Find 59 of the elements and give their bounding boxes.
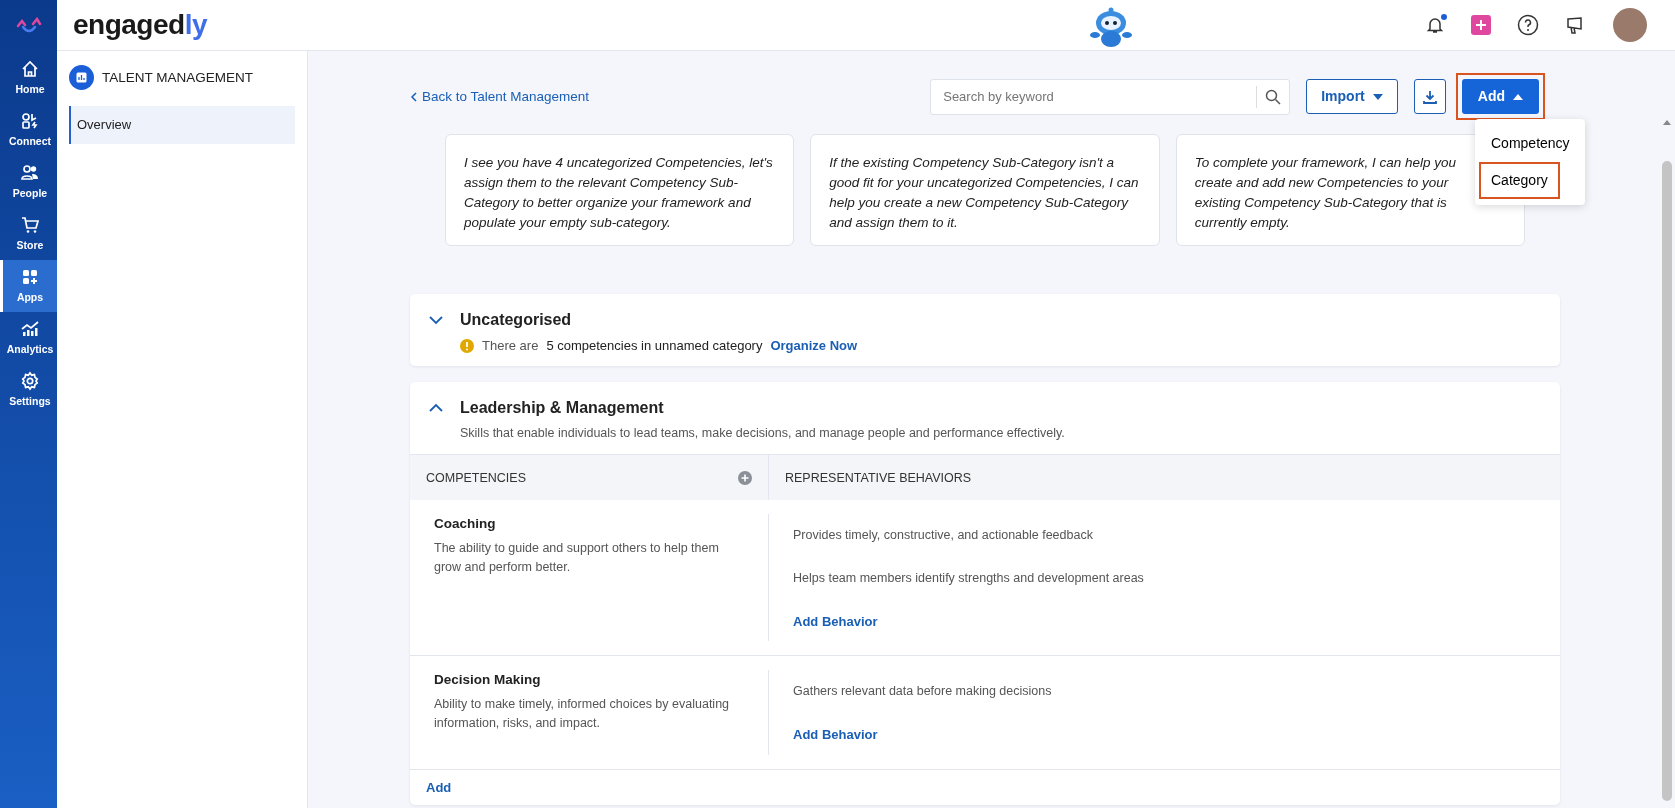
menu-item[interactable]: Category (1479, 162, 1560, 200)
rail-nav-item[interactable]: Home (0, 52, 57, 104)
add-competency-link[interactable]: Add (426, 779, 452, 795)
notice-text: There are (482, 337, 539, 356)
import-button[interactable]: Import (1306, 79, 1398, 115)
rail-nav-item[interactable]: Connect (0, 104, 57, 156)
chart-icon (69, 65, 94, 91)
organize-now-link[interactable]: Organize Now (770, 336, 858, 356)
download-icon (1421, 89, 1438, 106)
rail-nav-item[interactable]: Store (0, 208, 57, 260)
cart-icon (20, 214, 40, 235)
competency-description: Ability to make timely, informed choices by evaluating information, risks, and impact. (434, 695, 731, 732)
add-button[interactable]: Add (1461, 79, 1539, 115)
search-field[interactable]: Search by keyword (931, 86, 1257, 107)
suggestion-text: If the existing Competency Sub-Category isn't a good fit for your uncategorized Competencies, I can help you create a new Competency Sub-Category and assign them to it. (829, 154, 1140, 233)
avatar[interactable] (1613, 8, 1647, 43)
sidebar-title: TALENT MANAGEMENT (102, 68, 254, 87)
category-description: Skills that enable individuals to lead teams, make decisions, and manage people and performance effectively. (460, 424, 1065, 442)
search-bar[interactable]: Search by keyword (930, 78, 1291, 115)
home-icon (20, 58, 40, 79)
people-icon (20, 162, 40, 183)
plus-icon[interactable] (1471, 15, 1491, 36)
analytics-icon (20, 318, 40, 339)
sidebar-item[interactable]: Overview (69, 106, 295, 144)
add-behavior-link[interactable]: Add Behavior (793, 725, 878, 745)
category-title: Uncategorised (460, 310, 573, 331)
behavior-text: Gathers relevant data before making decisions (793, 683, 1053, 701)
suggestion-text: I see you have 4 uncategorized Competencies, let's assign them to the relevant Competency Sub-Category to better organize your framework and populate your empty sub-category. (464, 154, 774, 233)
add-circle-icon[interactable] (738, 470, 752, 485)
rail-nav-item[interactable]: Analytics (0, 312, 57, 364)
competency-name: Coaching (434, 515, 497, 534)
behavior-text: Helps team members identify strengths and development areas (793, 570, 1145, 588)
logo-icon (15, 17, 42, 35)
notification-bell-icon[interactable] (1425, 15, 1445, 36)
suggestion-card[interactable]: If the existing Competency Sub-Category isn't a good fit for your uncategorized Competencies, I can help you create a new Competency Sub-Category and assign them to it. (810, 134, 1160, 247)
category-title: Leadership & Management (460, 397, 665, 418)
settings-icon (20, 370, 40, 391)
competency-name: Decision Making (434, 671, 542, 690)
suggestion-text: To complete your framework, I can help you create and add new Competencies to your existing Competency Sub-Category that is currently empty. (1194, 154, 1458, 233)
rail-nav-item[interactable]: People (0, 156, 57, 208)
column-header: REPRESENTATIVE BEHAVIORS (785, 469, 972, 487)
back-link[interactable]: Back to Talent Management (410, 86, 590, 107)
robot-mascot-icon (1087, 5, 1135, 49)
add-behavior-link[interactable]: Add Behavior (793, 611, 878, 632)
apps-cluster-icon (20, 110, 40, 131)
chevron-left-icon (410, 91, 418, 102)
brand-logo: engagedly (73, 8, 207, 43)
warning-icon (460, 338, 474, 353)
search-icon[interactable] (1265, 88, 1282, 105)
competency-description: The ability to guide and support others to help them grow and perform better. (434, 539, 720, 576)
column-header: COMPETENCIES (426, 469, 526, 487)
rail-nav-item[interactable]: Apps (0, 260, 57, 312)
download-button[interactable] (1413, 79, 1446, 115)
rail-nav-item[interactable]: Settings (0, 364, 57, 416)
caret-down-icon (1372, 93, 1383, 100)
notice-count: 5 competencies in unnamed category (546, 337, 763, 356)
help-icon[interactable] (1517, 14, 1539, 37)
suggestion-card[interactable]: I see you have 4 uncategorized Competencies, let's assign them to the relevant Competency Sub-Category to better organize your framework and populate your empty sub-category. (445, 134, 795, 247)
behavior-text: Provides timely, constructive, and actionable feedback (793, 527, 1094, 545)
